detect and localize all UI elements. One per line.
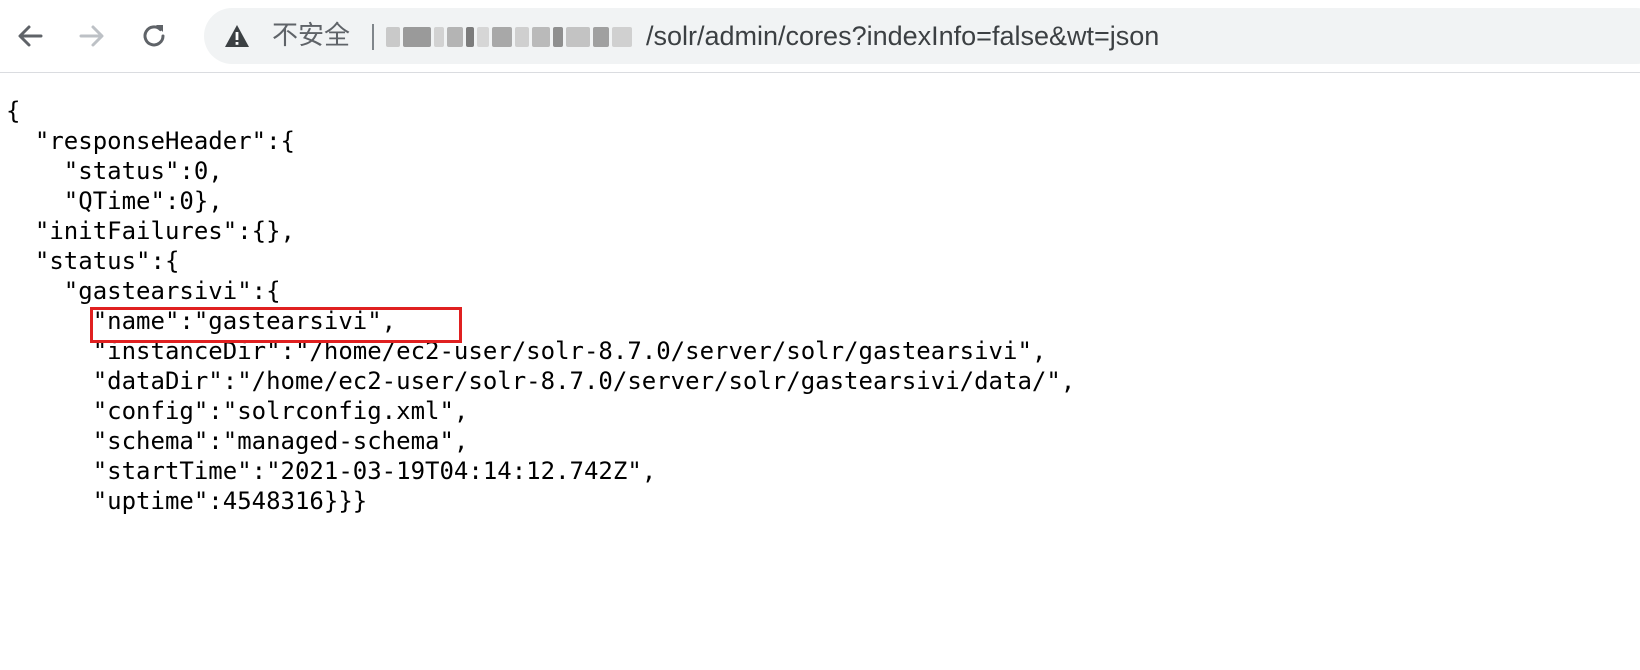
address-bar[interactable]: 不安全 /solr/admin/cores?indexInfo=false&wt…: [204, 8, 1640, 64]
json-line: "schema":"managed-schema",: [6, 427, 469, 455]
warning-triangle-icon: [225, 25, 249, 47]
json-line: "QTime":0},: [6, 187, 223, 215]
url-path-text[interactable]: /solr/admin/cores?indexInfo=false&wt=jso…: [646, 8, 1159, 64]
json-line: "instanceDir":"/home/ec2-user/solr-8.7.0…: [6, 337, 1047, 365]
address-separator: [372, 24, 374, 50]
json-line: "gastearsivi":{: [6, 277, 281, 305]
arrow-left-icon: [18, 25, 43, 47]
json-line-core-name: "name":"gastearsivi",: [6, 307, 397, 335]
json-line: "startTime":"2021-03-19T04:14:12.742Z",: [6, 457, 657, 485]
json-line: "status":{: [6, 247, 180, 275]
json-response-body: { "responseHeader":{ "status":0, "QTime"…: [6, 96, 1075, 516]
json-line: "status":0,: [6, 157, 223, 185]
reload-icon: [143, 25, 165, 47]
arrow-right-icon: [79, 25, 104, 47]
redacted-host: [386, 24, 646, 50]
json-line: "config":"solrconfig.xml",: [6, 397, 469, 425]
reload-button[interactable]: [134, 16, 174, 56]
back-button[interactable]: [10, 16, 50, 56]
json-line: "dataDir":"/home/ec2-user/solr-8.7.0/ser…: [6, 367, 1076, 395]
json-line: "initFailures":{},: [6, 217, 295, 245]
json-line: "responseHeader":{: [6, 127, 295, 155]
json-line: {: [6, 97, 21, 125]
browser-toolbar: 不安全 /solr/admin/cores?indexInfo=false&wt…: [0, 0, 1640, 73]
security-status-label[interactable]: 不安全: [272, 8, 350, 64]
json-line: "uptime":4548316}}}: [6, 487, 368, 515]
forward-button[interactable]: [72, 16, 112, 56]
